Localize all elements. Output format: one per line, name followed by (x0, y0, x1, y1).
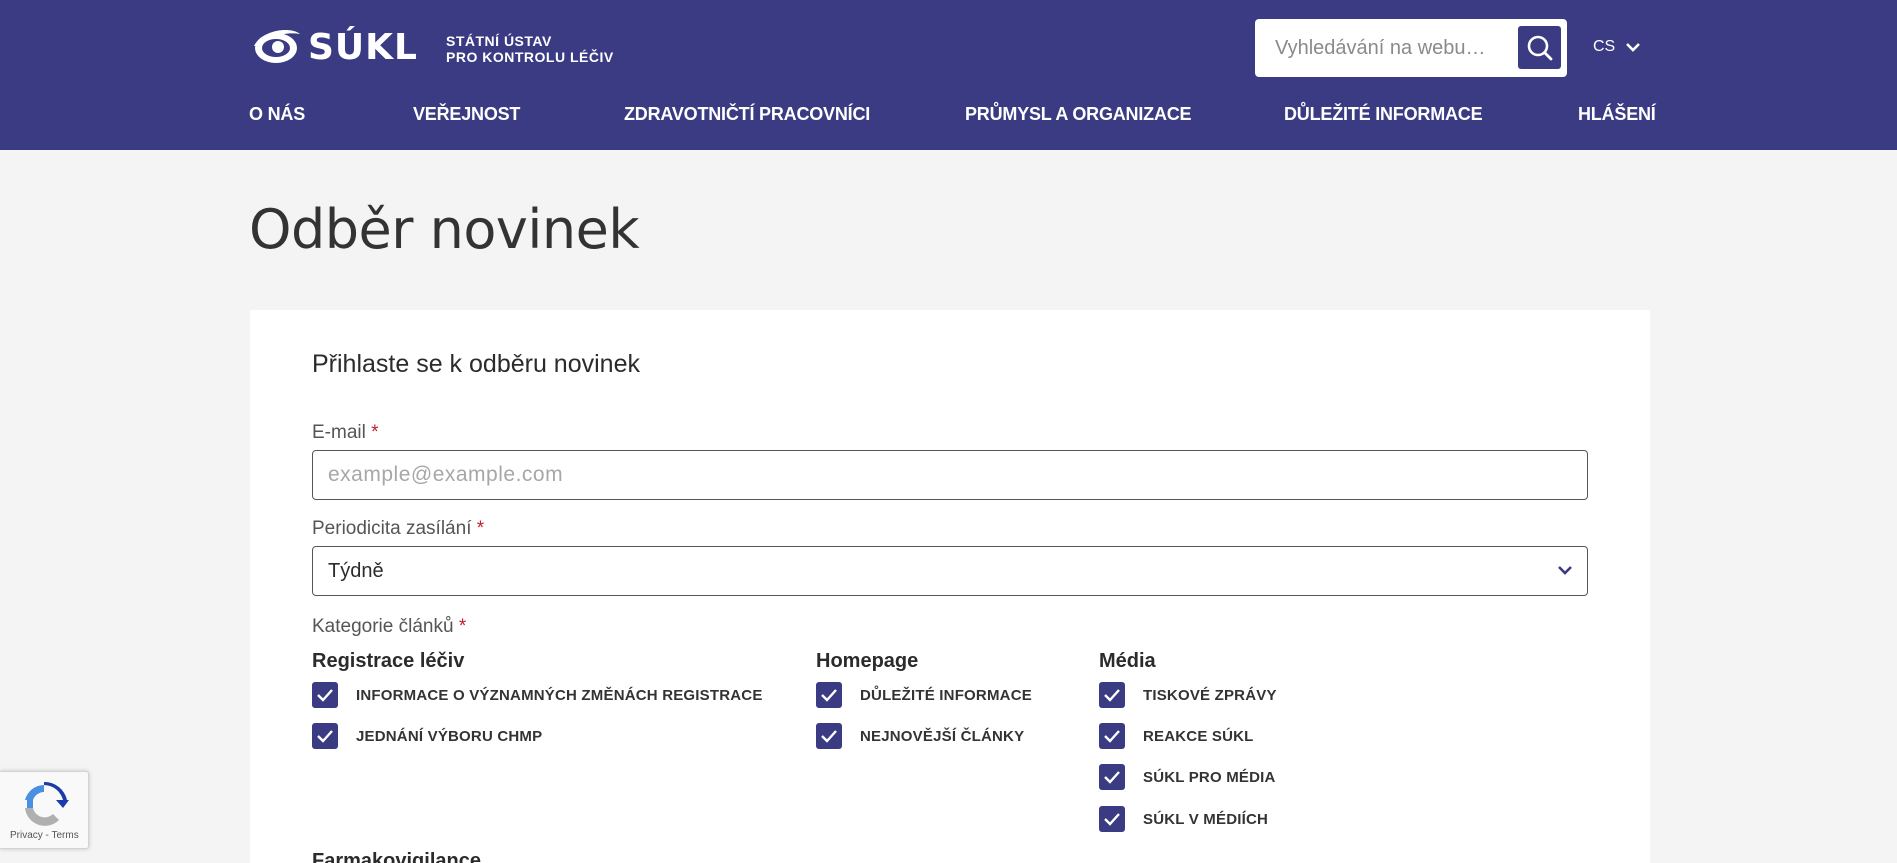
checkbox-row[interactable]: SÚKL PRO MÉDIA (1099, 764, 1276, 790)
eye-logo-icon (254, 30, 300, 63)
form-title: Přihlaste se k odběru novinek (312, 350, 640, 378)
logo-subtitle-line2: PRO KONTROLU LÉČIV (446, 49, 614, 65)
nav-item-prumysl-a-organizace[interactable]: PRŮMYSL A ORGANIZACE (965, 104, 1192, 125)
logo-subtitle: STÁTNÍ ÚSTAV PRO KONTROLU LÉČIV (446, 33, 614, 65)
nav-item-o-nas[interactable]: O NÁS (249, 104, 305, 125)
categories-label: Kategorie článků * (312, 616, 466, 638)
checkbox-row[interactable]: JEDNÁNÍ VÝBORU CHMP (312, 723, 542, 749)
email-label: E-mail * (312, 422, 379, 444)
checkbox-checked[interactable] (312, 682, 338, 708)
checkbox-label: TISKOVÉ ZPRÁVY (1143, 686, 1277, 704)
checkbox-label: SÚKL V MÉDIÍCH (1143, 810, 1269, 828)
site-header: SÚKL STÁTNÍ ÚSTAV PRO KONTROLU LÉČIV CS … (0, 0, 1897, 150)
checkbox-checked[interactable] (1099, 682, 1125, 708)
search-button[interactable] (1518, 26, 1561, 69)
nav-item-zdravotnicti-pracovnici[interactable]: ZDRAVOTNIČTÍ PRACOVNÍCI (624, 104, 870, 125)
check-icon (1104, 689, 1120, 702)
recaptcha-icon (25, 781, 69, 826)
page-title: Odběr novinek (249, 198, 640, 261)
chevron-down-icon (1558, 566, 1572, 575)
search-box (1255, 19, 1567, 77)
check-icon (1104, 771, 1120, 784)
logo-wordmark: SÚKL (308, 26, 418, 68)
check-icon (1104, 730, 1120, 743)
checkbox-label: INFORMACE O VÝZNAMNÝCH ZMĚNÁCH REGISTRAC… (356, 686, 763, 704)
search-input[interactable] (1275, 19, 1515, 77)
check-icon (821, 730, 837, 743)
group-title-media: Média (1099, 650, 1156, 672)
checkbox-row[interactable]: DŮLEŽITÉ INFORMACE (816, 682, 1032, 708)
check-icon (821, 689, 837, 702)
checkbox-label: DŮLEŽITÉ INFORMACE (860, 686, 1032, 704)
recaptcha-badge[interactable]: Privacy - Terms (0, 771, 89, 849)
categories-label-text: Kategorie článků (312, 616, 454, 637)
required-mark: * (371, 422, 379, 443)
checkbox-label: REAKCE SÚKL (1143, 727, 1254, 745)
checkbox-label: JEDNÁNÍ VÝBORU CHMP (356, 727, 543, 745)
group-title-registrace-leciv: Registrace léčiv (312, 650, 465, 672)
email-field-wrapper (312, 450, 1588, 500)
checkbox-row[interactable]: NEJNOVĚJŠÍ ČLÁNKY (816, 723, 1024, 749)
checkbox-label: NEJNOVĚJŠÍ ČLÁNKY (860, 727, 1025, 745)
checkbox-row[interactable]: SÚKL V MÉDIÍCH (1099, 806, 1268, 832)
nav-item-verejnost[interactable]: VEŘEJNOST (413, 104, 520, 125)
sukl-logo[interactable]: SÚKL (250, 24, 418, 70)
nav-item-dulezite-informace[interactable]: DŮLEŽITÉ INFORMACE (1284, 104, 1483, 125)
frequency-select[interactable]: Týdně (312, 546, 1588, 596)
logo-subtitle-line1: STÁTNÍ ÚSTAV (446, 33, 552, 49)
checkbox-checked[interactable] (816, 723, 842, 749)
checkbox-row[interactable]: TISKOVÉ ZPRÁVY (1099, 682, 1277, 708)
group-title-homepage: Homepage (816, 650, 919, 672)
chevron-down-icon (1626, 43, 1641, 52)
email-label-text: E-mail (312, 422, 366, 443)
check-icon (317, 689, 333, 702)
nav-item-hlaseni[interactable]: HLÁŠENÍ (1578, 104, 1656, 125)
checkbox-checked[interactable] (816, 682, 842, 708)
check-icon (317, 730, 333, 743)
language-code: CS (1593, 38, 1616, 55)
required-mark: * (458, 616, 467, 637)
frequency-label: Periodicita zasílání * (312, 518, 484, 540)
language-switcher[interactable]: CS (1593, 38, 1641, 56)
frequency-select-value: Týdně (328, 560, 384, 582)
search-icon (1527, 35, 1552, 60)
email-field[interactable] (313, 451, 1587, 499)
checkbox-checked[interactable] (1099, 806, 1125, 832)
checkbox-checked[interactable] (1099, 764, 1125, 790)
checkbox-row[interactable]: REAKCE SÚKL (1099, 723, 1254, 749)
checkbox-checked[interactable] (1099, 723, 1125, 749)
recaptcha-privacy-terms-links[interactable]: Privacy - Terms (10, 830, 79, 841)
frequency-label-text: Periodicita zasílání (312, 518, 472, 539)
checkbox-row[interactable]: INFORMACE O VÝZNAMNÝCH ZMĚNÁCH REGISTRAC… (312, 682, 763, 708)
group-title-farmakovigilance: Farmakovigilance (312, 850, 481, 863)
checkbox-label: SÚKL PRO MÉDIA (1143, 768, 1276, 786)
check-icon (1104, 813, 1120, 826)
required-mark: * (476, 518, 485, 539)
checkbox-checked[interactable] (312, 723, 338, 749)
